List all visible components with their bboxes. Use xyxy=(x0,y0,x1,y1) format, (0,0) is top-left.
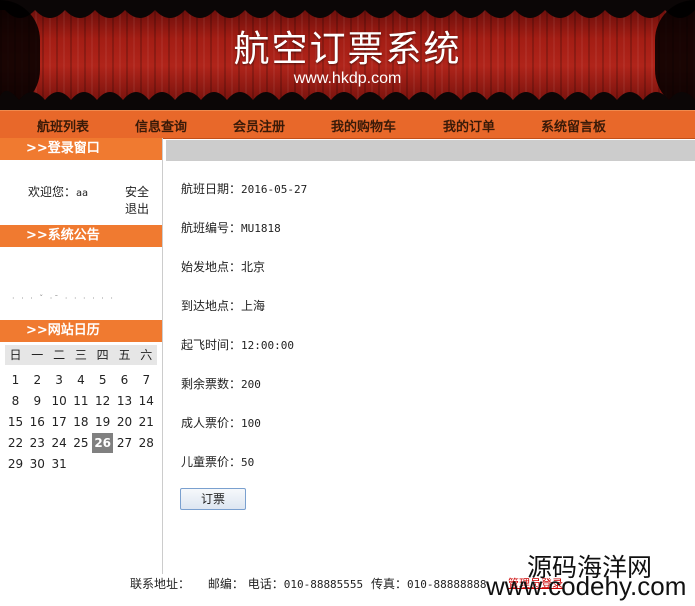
welcome-label: 欢迎您： xyxy=(28,185,77,199)
calendar-day[interactable]: 24 xyxy=(49,433,70,453)
calendar-day[interactable]: 4 xyxy=(70,370,91,390)
username: aa xyxy=(76,188,89,199)
adult-price-row: 成人票价：100 xyxy=(181,416,261,430)
sidebar: >>登录窗口 欢迎您：aa 安全退出 >>系统公告 · · · ˇ ·ˉ · ·… xyxy=(0,138,163,574)
nav-info-query[interactable]: 信息查询 xyxy=(135,116,187,135)
calendar-day[interactable]: 29 xyxy=(5,454,26,474)
site-url: www.hkdp.com xyxy=(293,70,402,87)
login-window-header: >>登录窗口 xyxy=(0,138,162,160)
calendar-day[interactable]: 12 xyxy=(92,391,113,411)
origin-row: 始发地点：北京 xyxy=(181,260,266,274)
flight-number-row: 航班编号：MU1818 xyxy=(181,221,281,235)
zip-label: 邮编： xyxy=(207,577,244,591)
flight-number-value: MU1818 xyxy=(241,222,281,235)
content-header-bar xyxy=(166,140,695,161)
nav-member-register[interactable]: 会员注册 xyxy=(233,116,285,135)
calendar-day-today[interactable]: 26 xyxy=(92,433,114,453)
calendar-day[interactable]: 8 xyxy=(5,391,26,411)
destination-row: 到达地点：上海 xyxy=(181,299,266,313)
calendar-day[interactable]: 15 xyxy=(5,412,26,432)
calendar-day[interactable]: 30 xyxy=(27,454,48,474)
calendar-day[interactable]: 6 xyxy=(114,370,135,390)
calendar-weekday: 日 xyxy=(9,348,22,362)
calendar-weekday: 一 xyxy=(31,348,44,362)
flight-date-value: 2016-05-27 xyxy=(241,183,308,196)
site-title: 航空订票系统 xyxy=(233,29,462,70)
child-price-row: 儿童票价：50 xyxy=(181,455,255,469)
calendar-weekday: 四 xyxy=(96,348,109,362)
remaining-tickets-row: 剩余票数：200 xyxy=(181,377,261,391)
calendar-day[interactable]: 1 xyxy=(5,370,26,390)
nav-message-board[interactable]: 系统留言板 xyxy=(541,116,606,135)
remaining-tickets-value: 200 xyxy=(241,378,261,391)
fax-label: 传真： xyxy=(371,577,408,591)
calendar-day[interactable]: 20 xyxy=(114,412,135,432)
calendar-day[interactable]: 13 xyxy=(114,391,135,411)
footer-contact: 联系地址： 邮编： 电话：010-88885555 传真：010-8888888… xyxy=(130,575,487,592)
calendar-day[interactable]: 7 xyxy=(136,370,157,390)
calendar-day[interactable]: 21 xyxy=(136,412,157,432)
adult-price-value: 100 xyxy=(241,417,261,430)
header-banner: 航空订票系统 www.hkdp.com xyxy=(0,0,695,110)
calendar-day[interactable]: 31 xyxy=(49,454,70,474)
calendar-day[interactable]: 9 xyxy=(27,391,48,411)
calendar-day[interactable]: 17 xyxy=(49,412,70,432)
notice-marquee: · · · ˇ ·ˉ · · · · · · xyxy=(12,294,115,303)
departure-time-value: 12:00:00 xyxy=(241,339,294,352)
child-price-value: 50 xyxy=(241,456,255,469)
watermark-text-en: www.codehy.com xyxy=(486,571,687,601)
login-status: 欢迎您：aa 安全退出 xyxy=(6,184,156,216)
nav-flight-list[interactable]: 航班列表 xyxy=(37,116,89,135)
logout-link[interactable]: 安全退出 xyxy=(125,184,156,218)
calendar-day[interactable]: 28 xyxy=(136,433,157,453)
calendar-day[interactable]: 3 xyxy=(49,370,70,390)
fax-value: 010-88888888 xyxy=(407,578,487,591)
calendar-day[interactable]: 18 xyxy=(70,412,91,432)
destination-value: 上海 xyxy=(241,299,266,313)
calendar-day[interactable]: 27 xyxy=(114,433,135,453)
phone-value: 010-88885555 xyxy=(283,578,364,591)
calendar-day[interactable]: 5 xyxy=(92,370,113,390)
calendar-day[interactable]: 10 xyxy=(49,391,70,411)
calendar-weekday: 六 xyxy=(140,348,153,362)
flight-date-row: 航班日期：2016-05-27 xyxy=(181,182,308,196)
origin-value: 北京 xyxy=(241,260,266,274)
calendar-header: >>网站日历 xyxy=(0,320,162,342)
calendar-day[interactable]: 22 xyxy=(5,433,26,453)
calendar-day[interactable]: 14 xyxy=(136,391,157,411)
nav-my-cart[interactable]: 我的购物车 xyxy=(331,116,396,135)
calendar-day[interactable]: 16 xyxy=(27,412,48,432)
calendar-day[interactable]: 19 xyxy=(92,412,113,432)
nav-my-orders[interactable]: 我的订单 xyxy=(443,116,495,135)
calendar-weekday: 三 xyxy=(74,348,87,362)
calendar-day[interactable]: 23 xyxy=(27,433,48,453)
calendar-day[interactable]: 11 xyxy=(70,391,91,411)
calendar-weekday: 五 xyxy=(118,348,131,362)
book-ticket-button[interactable]: 订票 xyxy=(180,488,246,510)
departure-time-row: 起飞时间：12:00:00 xyxy=(181,338,294,352)
phone-label: 电话： xyxy=(247,577,284,591)
system-notice-header: >>系统公告 xyxy=(0,225,162,247)
calendar-day[interactable]: 25 xyxy=(70,433,91,453)
calendar-weekday: 二 xyxy=(53,348,66,362)
address-label: 联系地址： xyxy=(130,577,191,591)
calendar-day[interactable]: 2 xyxy=(27,370,48,390)
main-nav: 航班列表 信息查询 会员注册 我的购物车 我的订单 系统留言板 xyxy=(0,110,695,139)
